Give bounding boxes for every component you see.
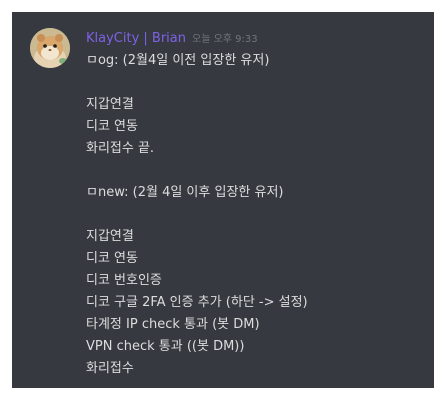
- message-line: 디코 연동: [86, 251, 138, 266]
- message-line-blank: [86, 204, 426, 226]
- message-line: 화리접수: [86, 361, 134, 376]
- message-line: 타계정 IP check 통과 (봇 DM): [86, 317, 260, 332]
- username[interactable]: KlayCity | Brian: [86, 31, 186, 46]
- message-body: ㅁog: (2월4일 이전 입장한 유저) 지갑연결 디코 연동 화리접수 끝.…: [86, 50, 426, 380]
- message-line: 지갑연결: [86, 229, 134, 244]
- timestamp: 오늘 오후 9:33: [192, 34, 258, 45]
- message-line: VPN check 통과 ((봇 DM)): [86, 339, 245, 354]
- message-line: ㅁnew: (2월 4일 이후 입장한 유저): [86, 185, 284, 200]
- message-line: 디코 번호인증: [86, 273, 162, 288]
- message-line-blank: [86, 72, 426, 94]
- message-line: 지갑연결: [86, 97, 134, 112]
- message-line: 디코 연동: [86, 119, 138, 134]
- chat-message-panel: KlayCity | Brian 오늘 오후 9:33 ㅁog: (2월4일 이…: [12, 12, 434, 388]
- user-avatar[interactable]: [30, 28, 70, 68]
- message-line: 디코 구글 2FA 인증 추가 (하단 -> 설정): [86, 295, 308, 310]
- hamster-avatar-icon: [30, 28, 70, 68]
- message-line: 화리접수 끝.: [86, 141, 155, 156]
- message-line-blank: [86, 160, 426, 182]
- message-header: KlayCity | Brian 오늘 오후 9:33: [86, 30, 258, 46]
- message-line: ㅁog: (2월4일 이전 입장한 유저): [86, 53, 270, 68]
